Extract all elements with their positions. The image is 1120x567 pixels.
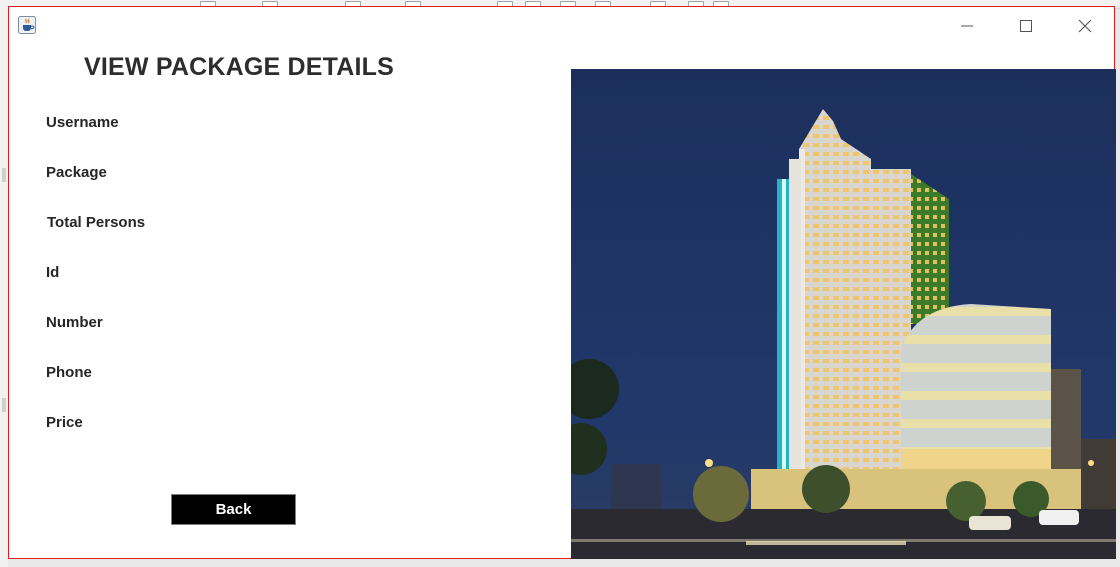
phone-label: Phone [46,364,92,381]
id-label: Id [46,264,60,281]
background-side-strip [0,8,8,567]
maximize-button[interactable] [1003,13,1049,39]
price-label: Price [46,414,83,431]
package-details-window: VIEW PACKAGE DETAILS Username Package To… [8,6,1116,559]
content-panel: VIEW PACKAGE DETAILS Username Package To… [9,41,1116,559]
minimize-button[interactable] [944,13,990,39]
hotel-photo [571,69,1116,559]
java-coffee-icon [18,16,36,34]
title-bar [9,7,1114,41]
back-button[interactable]: Back [171,494,296,525]
close-button[interactable] [1062,13,1108,39]
number-label: Number [46,314,103,331]
total-persons-label: Total Persons [47,214,146,231]
minimize-icon [961,25,973,27]
maximize-icon [1020,20,1032,32]
page-title: VIEW PACKAGE DETAILS [84,53,395,81]
username-label: Username [46,114,119,131]
close-icon [1078,19,1092,33]
package-label: Package [46,164,107,181]
